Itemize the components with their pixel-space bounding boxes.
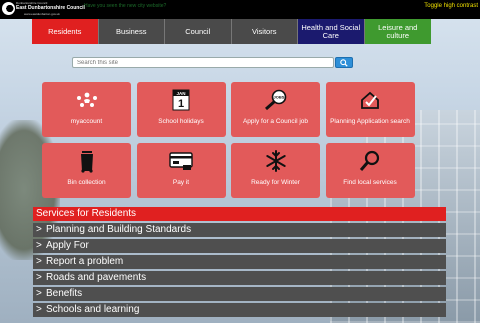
tile-ready-for-winter[interactable]: Ready for Winter xyxy=(231,143,320,198)
tab-leisure-culture[interactable]: Leisure and culture xyxy=(364,19,431,44)
chevron-right-icon: > xyxy=(36,304,42,315)
tile-find-local-services[interactable]: Find local services xyxy=(325,143,415,198)
service-label: Schools and learning xyxy=(46,304,140,315)
tab-council[interactable]: Council xyxy=(165,19,232,44)
toggle-high-contrast-link[interactable]: Toggle high contrast xyxy=(424,3,478,9)
calendar-month: JAN xyxy=(176,91,185,96)
service-schools-learning[interactable]: > Schools and learning xyxy=(33,303,446,317)
tile-label: Bin collection xyxy=(67,179,106,186)
service-benefits[interactable]: > Benefits xyxy=(33,287,446,301)
service-label: Apply For xyxy=(46,240,89,251)
chevron-right-icon: > xyxy=(36,240,42,251)
service-roads-pavements[interactable]: > Roads and pavements xyxy=(33,271,446,285)
tile-label: myaccount xyxy=(70,118,103,125)
services-heading: Services for Residents xyxy=(33,207,446,221)
tile-label: Apply for a Council job xyxy=(242,118,309,125)
jobs-text: JOBS xyxy=(273,95,284,100)
search-button[interactable] xyxy=(335,57,353,68)
people-icon xyxy=(42,90,131,110)
chevron-right-icon: > xyxy=(36,256,42,267)
calendar-day: 1 xyxy=(178,98,184,110)
service-planning-building[interactable]: > Planning and Building Standards xyxy=(33,223,446,237)
tile-council-job[interactable]: JOBS Apply for a Council job xyxy=(231,82,320,137)
top-bar: Dunbartonshire Council East Dunbartonshi… xyxy=(0,0,480,19)
tile-pay-it[interactable]: Pay it xyxy=(136,143,226,198)
tile-label: Pay it xyxy=(172,179,190,186)
tile-planning-search[interactable]: Planning Application search xyxy=(325,82,415,137)
new-website-link[interactable]: Have you seen the new city website? xyxy=(84,3,166,9)
magnifier-icon xyxy=(326,150,415,171)
chevron-right-icon: > xyxy=(36,224,42,235)
service-label: Benefits xyxy=(46,288,83,299)
service-label: Planning and Building Standards xyxy=(46,224,192,235)
tab-residents[interactable]: Residents xyxy=(32,19,99,44)
chevron-right-icon: > xyxy=(36,288,42,299)
tile-label: School holidays xyxy=(158,118,204,125)
tile-myaccount[interactable]: myaccount xyxy=(42,82,131,137)
service-label: Roads and pavements xyxy=(46,272,147,283)
logo-mark-icon xyxy=(2,2,15,15)
search-input[interactable] xyxy=(72,57,334,68)
services-list: Services for Residents > Planning and Bui… xyxy=(33,207,446,319)
service-apply-for[interactable]: > Apply For xyxy=(33,239,446,253)
tile-label: Ready for Winter xyxy=(251,179,300,186)
main-nav: Residents Business Council Visitors Heal… xyxy=(32,19,431,44)
service-report-problem[interactable]: > Report a problem xyxy=(33,255,446,269)
service-label: Report a problem xyxy=(46,256,124,267)
tab-health-social-care[interactable]: Health and Social Care xyxy=(298,19,365,44)
logo-url: www.eastdunbarton.gov.uk xyxy=(24,12,60,16)
bin-icon xyxy=(42,151,131,173)
house-check-icon xyxy=(326,90,415,110)
tab-visitors[interactable]: Visitors xyxy=(231,19,298,44)
tile-label: Planning Application search xyxy=(330,118,410,125)
chevron-right-icon: > xyxy=(36,272,42,283)
quick-links: myaccount JAN 1 School holidays JOBS App… xyxy=(42,82,415,199)
search-icon xyxy=(340,58,348,67)
card-payment-icon xyxy=(137,151,226,171)
calendar-icon: JAN 1 xyxy=(137,89,226,111)
job-search-icon: JOBS xyxy=(231,89,320,111)
snowflake-icon xyxy=(231,150,320,172)
tile-label: Find local services xyxy=(343,179,397,186)
tile-bin-collection[interactable]: Bin collection xyxy=(42,143,131,198)
tile-school-holidays[interactable]: JAN 1 School holidays xyxy=(136,82,226,137)
tab-business[interactable]: Business xyxy=(98,19,165,44)
logo-name: East Dunbartonshire Council xyxy=(16,5,85,11)
